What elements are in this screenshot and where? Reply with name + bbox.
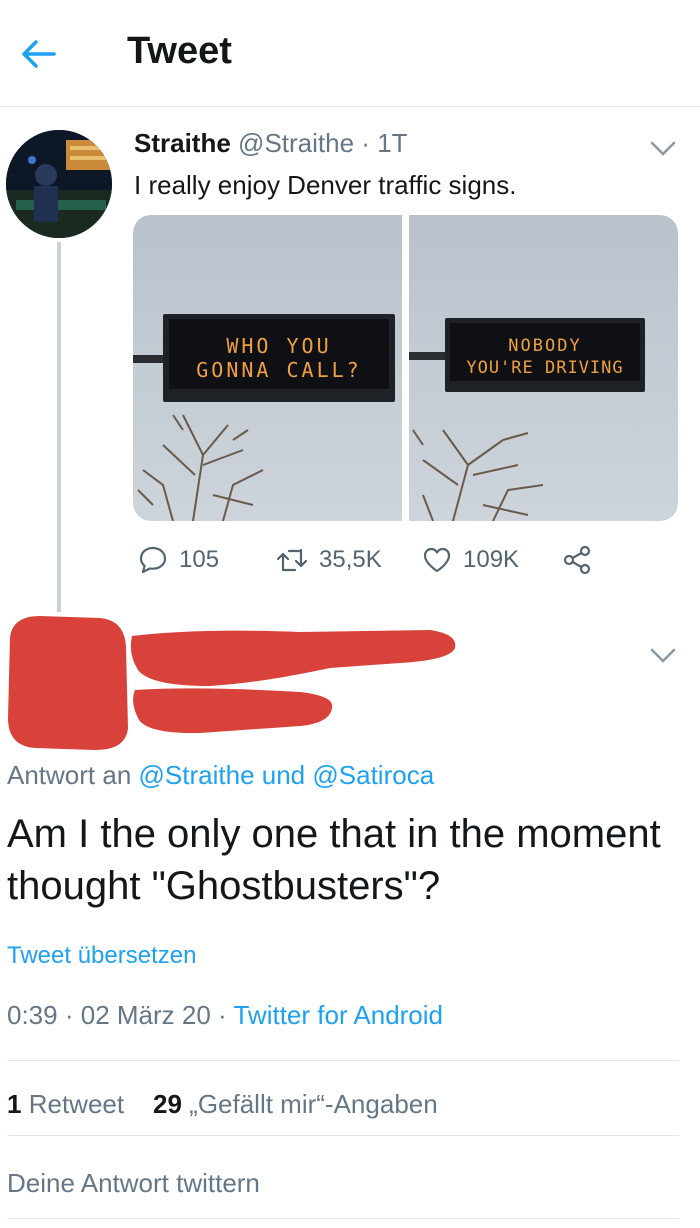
sign-2-line-2: YOU'RE DRIVING xyxy=(466,358,623,378)
reply-to-joiner: und xyxy=(261,760,306,790)
sign-photo-2[interactable]: NOBODY YOU'RE DRIVING xyxy=(409,215,678,521)
retweet-count: 1 xyxy=(7,1089,22,1119)
tweet-time: 1T xyxy=(377,128,408,158)
mention-link[interactable]: @Satiroca xyxy=(312,760,434,790)
engagement-stats: 1 Retweet 29 „Gefällt mir“-Angaben xyxy=(7,1089,438,1120)
tweet-meta: 0:39 · 02 März 20 · Twitter for Android xyxy=(7,1000,444,1030)
sign-1-line-2: GONNA CALL? xyxy=(196,358,361,382)
sign-photo-1[interactable]: WHO YOU GONNA CALL? xyxy=(133,215,402,521)
separator-dot: · xyxy=(361,128,370,158)
retweet-label: Retweet xyxy=(28,1089,125,1119)
top-bar: Tweet xyxy=(0,0,700,107)
tweet-actions-bar: 105 35,5K 109K xyxy=(137,544,657,584)
divider xyxy=(7,1060,679,1061)
retweet-icon xyxy=(276,548,308,572)
translate-link[interactable]: Tweet übersetzen xyxy=(7,942,196,970)
reply-action[interactable]: 105 xyxy=(137,544,219,576)
thread-line xyxy=(57,242,61,612)
redacted-author xyxy=(0,608,470,758)
retweet-count: 35,5K xyxy=(319,546,382,573)
reply-context: Antwort an @Straithe und @Satiroca xyxy=(7,760,434,791)
divider xyxy=(7,1218,679,1219)
page-title: Tweet xyxy=(127,30,232,72)
sign-1-line-1: WHO YOU xyxy=(226,334,331,358)
tweet-author-line: Straithe @Straithe · 1T xyxy=(134,128,408,159)
author-display-name[interactable]: Straithe xyxy=(134,128,231,158)
reply-to-prefix: Antwort an xyxy=(7,760,132,790)
chevron-down-icon[interactable] xyxy=(648,645,678,665)
reply-count: 105 xyxy=(179,546,220,573)
heart-icon xyxy=(423,547,451,573)
like-count: 29 xyxy=(153,1089,182,1119)
share-icon xyxy=(563,545,591,575)
retweet-action[interactable]: 35,5K xyxy=(275,544,382,576)
source-link[interactable]: Twitter for Android xyxy=(233,1000,443,1030)
author-handle[interactable]: @Straithe xyxy=(238,128,354,158)
avatar[interactable] xyxy=(6,130,112,238)
retweets-stat[interactable]: 1 Retweet xyxy=(7,1089,124,1119)
reply-text: Am I the only one that in the moment tho… xyxy=(7,812,661,908)
tweet-media[interactable]: WHO YOU GONNA CALL? NOBODY YOU'RE DRIVIN… xyxy=(133,215,678,521)
divider xyxy=(7,1135,679,1136)
reply-icon xyxy=(139,546,167,574)
mention-link[interactable]: @Straithe xyxy=(139,760,255,790)
tweet-time: 0:39 xyxy=(7,1000,58,1030)
reply-compose-input[interactable]: Deine Antwort twittern xyxy=(7,1168,260,1199)
tweet-text: I really enjoy Denver traffic signs. xyxy=(134,170,517,200)
sign-2-line-1: NOBODY xyxy=(508,336,581,356)
like-label: „Gefällt mir“-Angaben xyxy=(189,1089,438,1119)
share-action[interactable] xyxy=(561,544,603,576)
tweet-date: 02 März 20 xyxy=(80,1000,211,1030)
likes-stat[interactable]: 29 „Gefällt mir“-Angaben xyxy=(153,1089,438,1119)
chevron-down-icon[interactable] xyxy=(648,138,678,158)
like-count: 109K xyxy=(463,546,520,573)
like-action[interactable]: 109K xyxy=(421,544,519,576)
back-arrow-icon[interactable] xyxy=(18,34,58,74)
